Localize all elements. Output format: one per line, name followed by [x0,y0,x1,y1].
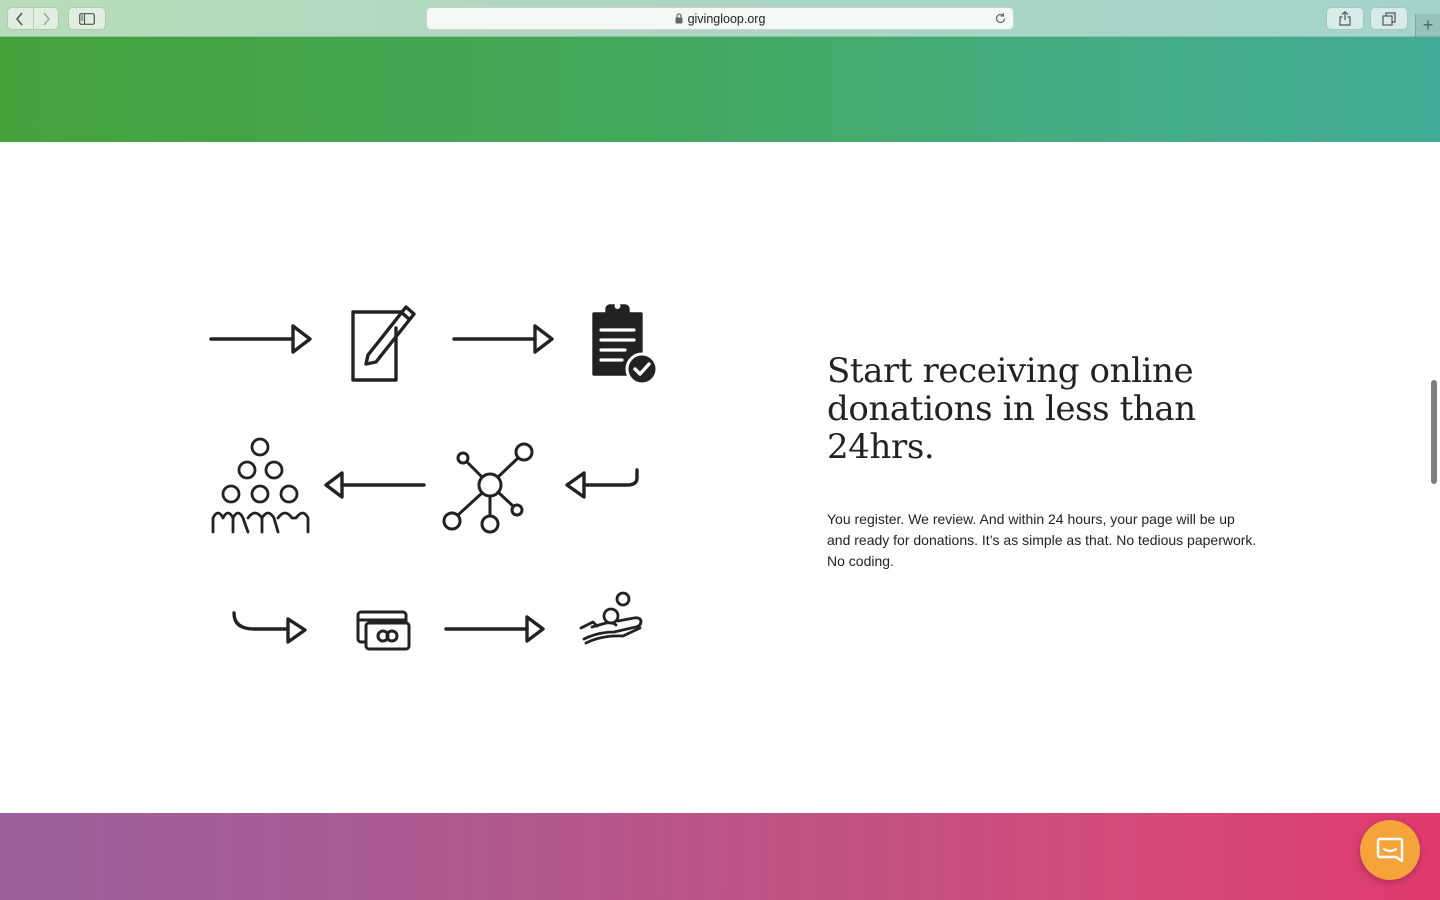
curved-arrow-icon [232,611,307,644]
arrow-right-icon [209,324,312,354]
url-text: givingloop.org [687,11,766,26]
edit-form-icon [351,305,416,382]
arrow-right-icon [444,615,545,643]
lock-icon [675,13,683,24]
sidebar-icon [79,12,95,25]
hand-coins-icon [579,591,643,645]
arrow-left-icon [324,471,426,499]
sidebar-button[interactable] [68,7,106,30]
chevron-right-icon [43,11,51,26]
nav-buttons [7,7,59,30]
section-body: You register. We review. And within 24 h… [827,511,1257,569]
scrollbar-thumb[interactable] [1431,380,1437,484]
chat-icon [1376,837,1404,863]
tabs-icon [1382,11,1396,26]
chat-launcher-button[interactable] [1360,820,1420,880]
forward-button[interactable] [32,8,58,29]
network-icon [442,442,534,534]
clipboard-check-icon [592,303,659,386]
share-button[interactable] [1326,7,1364,30]
plus-icon: + [1422,15,1434,35]
back-button[interactable] [8,8,33,29]
return-arrow-icon [565,468,639,499]
top-gradient-band [0,37,1440,142]
tabs-button[interactable] [1370,7,1408,30]
process-illustration [209,303,659,651]
arrow-right-icon [452,324,554,354]
people-group-icon [211,437,310,534]
chevron-left-icon [16,11,24,26]
new-tab-button[interactable]: + [1415,14,1440,37]
address-bar[interactable]: givingloop.org [426,7,1014,30]
share-icon [1339,11,1351,26]
browser-toolbar: givingloop.org + [0,0,1440,37]
reload-icon[interactable] [994,12,1007,25]
bottom-gradient-band [0,813,1440,900]
credit-card-icon [356,610,411,651]
section-headline: Start receiving online donations in less… [827,351,1196,467]
